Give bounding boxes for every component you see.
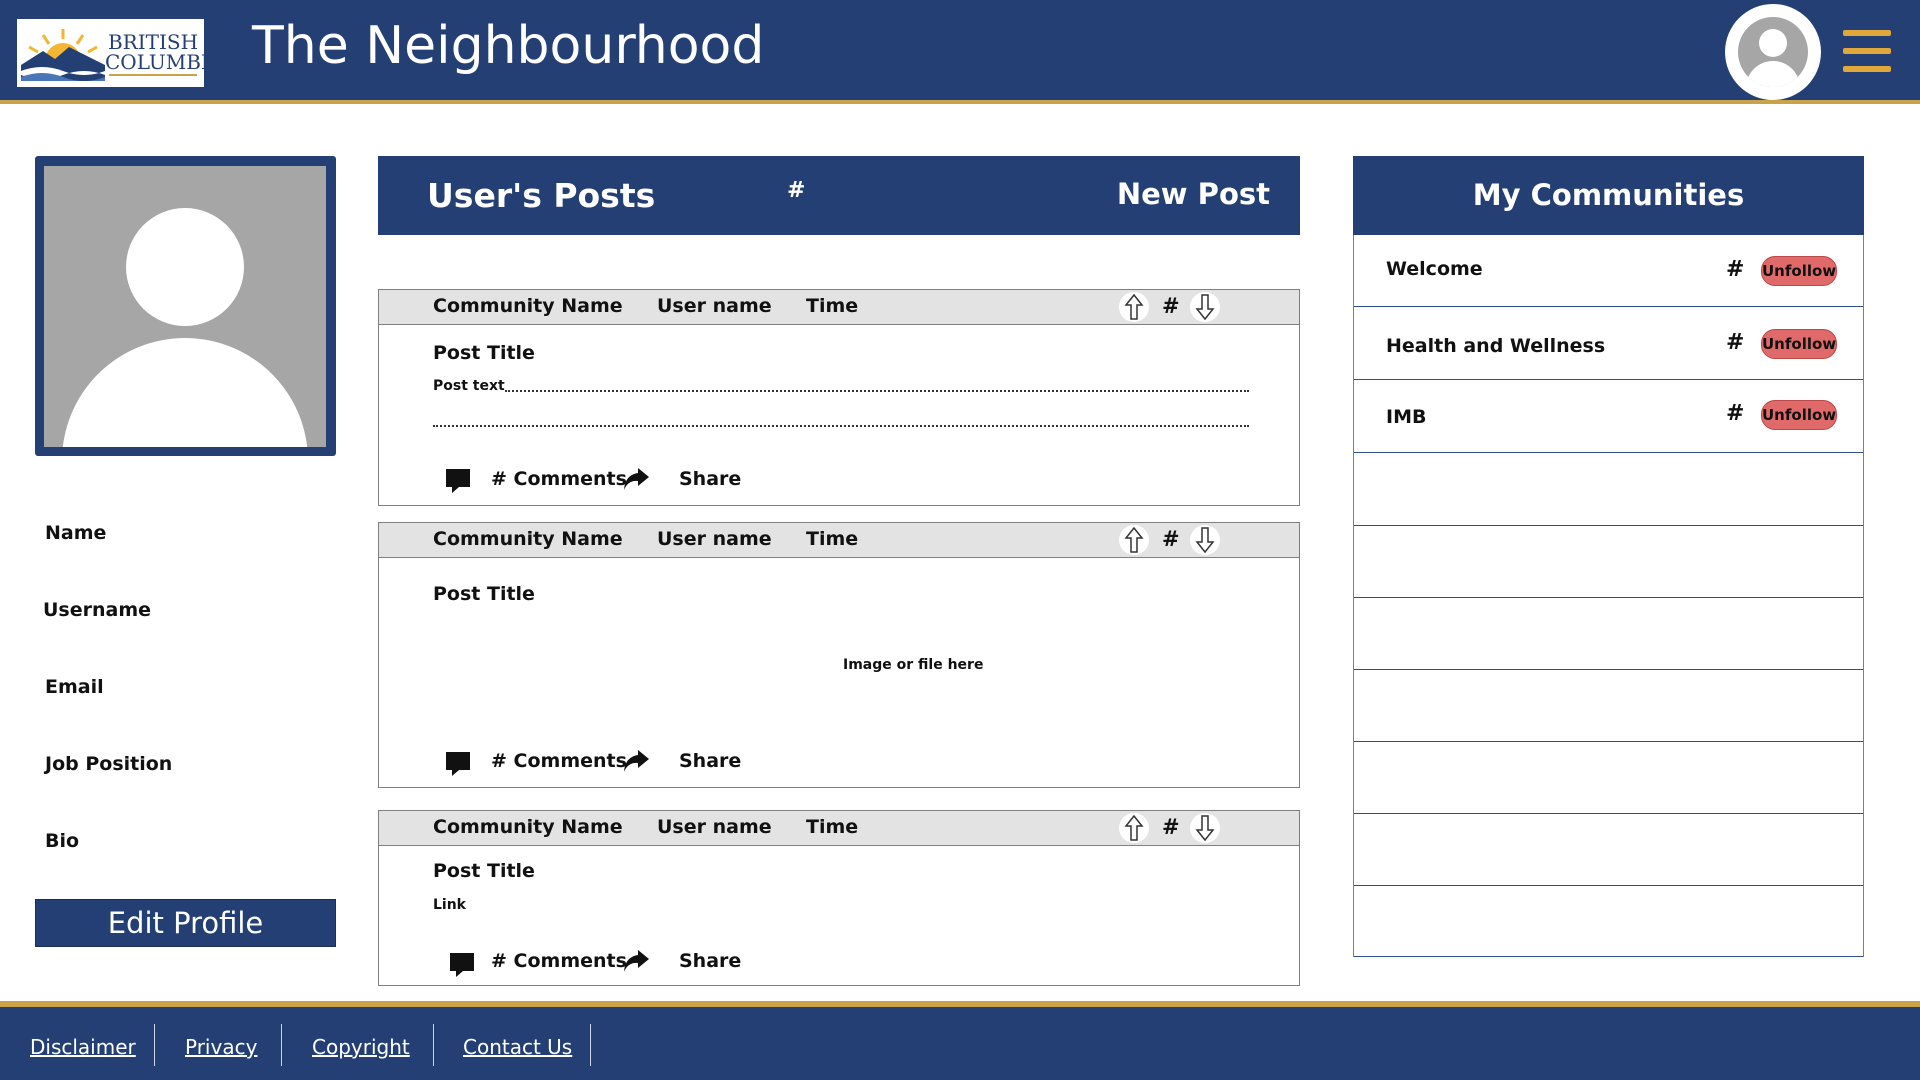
post-card: Community Name User name Time # Post Tit… bbox=[378, 810, 1300, 986]
communities-panel: My Communities Welcome # Unfollow Health… bbox=[1353, 156, 1864, 957]
community-row-empty bbox=[1354, 886, 1863, 957]
share-arrow-icon[interactable] bbox=[622, 948, 650, 974]
footer-separator bbox=[590, 1024, 591, 1066]
community-row-empty bbox=[1354, 454, 1863, 526]
footer-separator bbox=[433, 1024, 434, 1066]
downvote-arrow-icon[interactable] bbox=[1190, 292, 1220, 322]
comment-bubble-icon[interactable] bbox=[449, 952, 475, 978]
post-card: Community Name User name Time # Post Tit… bbox=[378, 289, 1300, 506]
profile-email-label: Email bbox=[45, 676, 104, 698]
comments-link[interactable]: # Comments bbox=[491, 468, 627, 490]
community-row-empty bbox=[1354, 742, 1863, 814]
post-title[interactable]: Post Title bbox=[433, 342, 535, 364]
profile-avatar-icon[interactable] bbox=[44, 166, 326, 447]
share-arrow-icon[interactable] bbox=[622, 466, 650, 492]
post-user-name[interactable]: User name bbox=[657, 528, 772, 550]
posts-title: User's Posts bbox=[427, 176, 656, 215]
posts-count: # bbox=[787, 178, 806, 203]
post-text: Post text bbox=[433, 378, 505, 394]
community-row-empty bbox=[1354, 814, 1863, 886]
bc-logo[interactable]: BRITISH COLUMBIA bbox=[17, 19, 224, 87]
community-name[interactable]: Welcome bbox=[1386, 258, 1483, 280]
community-count: # bbox=[1726, 401, 1745, 426]
site-footer: Disclaimer Privacy Copyright Contact Us bbox=[0, 1001, 1920, 1080]
downvote-arrow-icon[interactable] bbox=[1190, 813, 1220, 843]
post-time: Time bbox=[806, 528, 859, 550]
comments-link[interactable]: # Comments bbox=[491, 750, 627, 772]
share-button[interactable]: Share bbox=[679, 750, 741, 772]
community-row-empty bbox=[1354, 598, 1863, 670]
community-name[interactable]: IMB bbox=[1386, 406, 1426, 428]
comments-link[interactable]: # Comments bbox=[491, 950, 627, 972]
sunrise-mountains-icon bbox=[21, 29, 105, 81]
community-count: # bbox=[1726, 330, 1745, 355]
site-title: The Neighbourhood bbox=[252, 16, 765, 76]
upvote-arrow-icon[interactable] bbox=[1119, 292, 1149, 322]
footer-link-privacy[interactable]: Privacy bbox=[185, 1035, 257, 1059]
post-title[interactable]: Post Title bbox=[433, 583, 535, 605]
logo-text-line2: COLUMBIA bbox=[105, 50, 224, 74]
footer-link-copyright[interactable]: Copyright bbox=[312, 1035, 410, 1059]
unfollow-button[interactable]: Unfollow bbox=[1761, 400, 1837, 430]
logo-text-line1: BRITISH bbox=[107, 30, 199, 54]
community-row-welcome[interactable]: Welcome # Unfollow bbox=[1354, 235, 1863, 307]
text-placeholder-line bbox=[433, 425, 1249, 427]
unfollow-button[interactable]: Unfollow bbox=[1761, 329, 1837, 359]
site-header: BRITISH COLUMBIA The Neighbourhood bbox=[0, 0, 1920, 104]
profile-job-position-label: Job Position bbox=[45, 753, 173, 775]
post-title[interactable]: Post Title bbox=[433, 860, 535, 882]
profile-picture-frame bbox=[35, 156, 336, 456]
share-button[interactable]: Share bbox=[679, 950, 741, 972]
post-meta-bar: Community Name User name Time # bbox=[379, 523, 1299, 558]
community-row-imb[interactable]: IMB # Unfollow bbox=[1354, 381, 1863, 453]
post-link[interactable]: Link bbox=[433, 897, 466, 913]
footer-separator bbox=[281, 1024, 282, 1066]
community-row-empty bbox=[1354, 526, 1863, 598]
profile-name-label: Name bbox=[45, 522, 107, 544]
footer-link-disclaimer[interactable]: Disclaimer bbox=[30, 1035, 136, 1059]
community-row-empty bbox=[1354, 670, 1863, 742]
post-community-name[interactable]: Community Name bbox=[433, 295, 623, 317]
post-user-name[interactable]: User name bbox=[657, 816, 772, 838]
vote-count: # bbox=[1162, 815, 1180, 839]
share-button[interactable]: Share bbox=[679, 468, 741, 490]
comment-bubble-icon[interactable] bbox=[445, 468, 471, 494]
edit-profile-button[interactable]: Edit Profile bbox=[35, 899, 336, 947]
community-name[interactable]: Health and Wellness bbox=[1386, 335, 1605, 357]
vote-count: # bbox=[1162, 527, 1180, 551]
comment-bubble-icon[interactable] bbox=[445, 751, 471, 777]
share-arrow-icon[interactable] bbox=[622, 748, 650, 774]
unfollow-button[interactable]: Unfollow bbox=[1761, 256, 1837, 286]
post-user-name[interactable]: User name bbox=[657, 295, 772, 317]
upvote-arrow-icon[interactable] bbox=[1119, 813, 1149, 843]
communities-title: My Communities bbox=[1353, 156, 1864, 235]
profile-bio-label: Bio bbox=[45, 830, 80, 852]
post-meta-bar: Community Name User name Time # bbox=[379, 290, 1299, 325]
footer-separator bbox=[154, 1024, 155, 1066]
post-community-name[interactable]: Community Name bbox=[433, 816, 623, 838]
posts-header: User's Posts # New Post bbox=[378, 156, 1300, 235]
hamburger-menu-icon[interactable] bbox=[1843, 30, 1891, 72]
community-count: # bbox=[1726, 257, 1745, 282]
text-placeholder-line bbox=[505, 390, 1249, 392]
vote-count: # bbox=[1162, 294, 1180, 318]
post-community-name[interactable]: Community Name bbox=[433, 528, 623, 550]
post-media-placeholder[interactable]: Image or file here bbox=[843, 657, 983, 673]
logo-wordmark: BRITISH COLUMBIA bbox=[105, 30, 224, 74]
post-time: Time bbox=[806, 816, 859, 838]
post-time: Time bbox=[806, 295, 859, 317]
post-card: Community Name User name Time # Post Tit… bbox=[378, 522, 1300, 788]
footer-link-contact-us[interactable]: Contact Us bbox=[463, 1035, 572, 1059]
profile-username-label: Username bbox=[43, 599, 152, 621]
new-post-button[interactable]: New Post bbox=[1117, 177, 1270, 211]
logo-underline bbox=[109, 74, 197, 76]
community-row-health-and-wellness[interactable]: Health and Wellness # Unfollow bbox=[1354, 308, 1863, 380]
downvote-arrow-icon[interactable] bbox=[1190, 525, 1220, 555]
post-meta-bar: Community Name User name Time # bbox=[379, 811, 1299, 846]
user-avatar-icon[interactable] bbox=[1725, 4, 1821, 100]
upvote-arrow-icon[interactable] bbox=[1119, 525, 1149, 555]
